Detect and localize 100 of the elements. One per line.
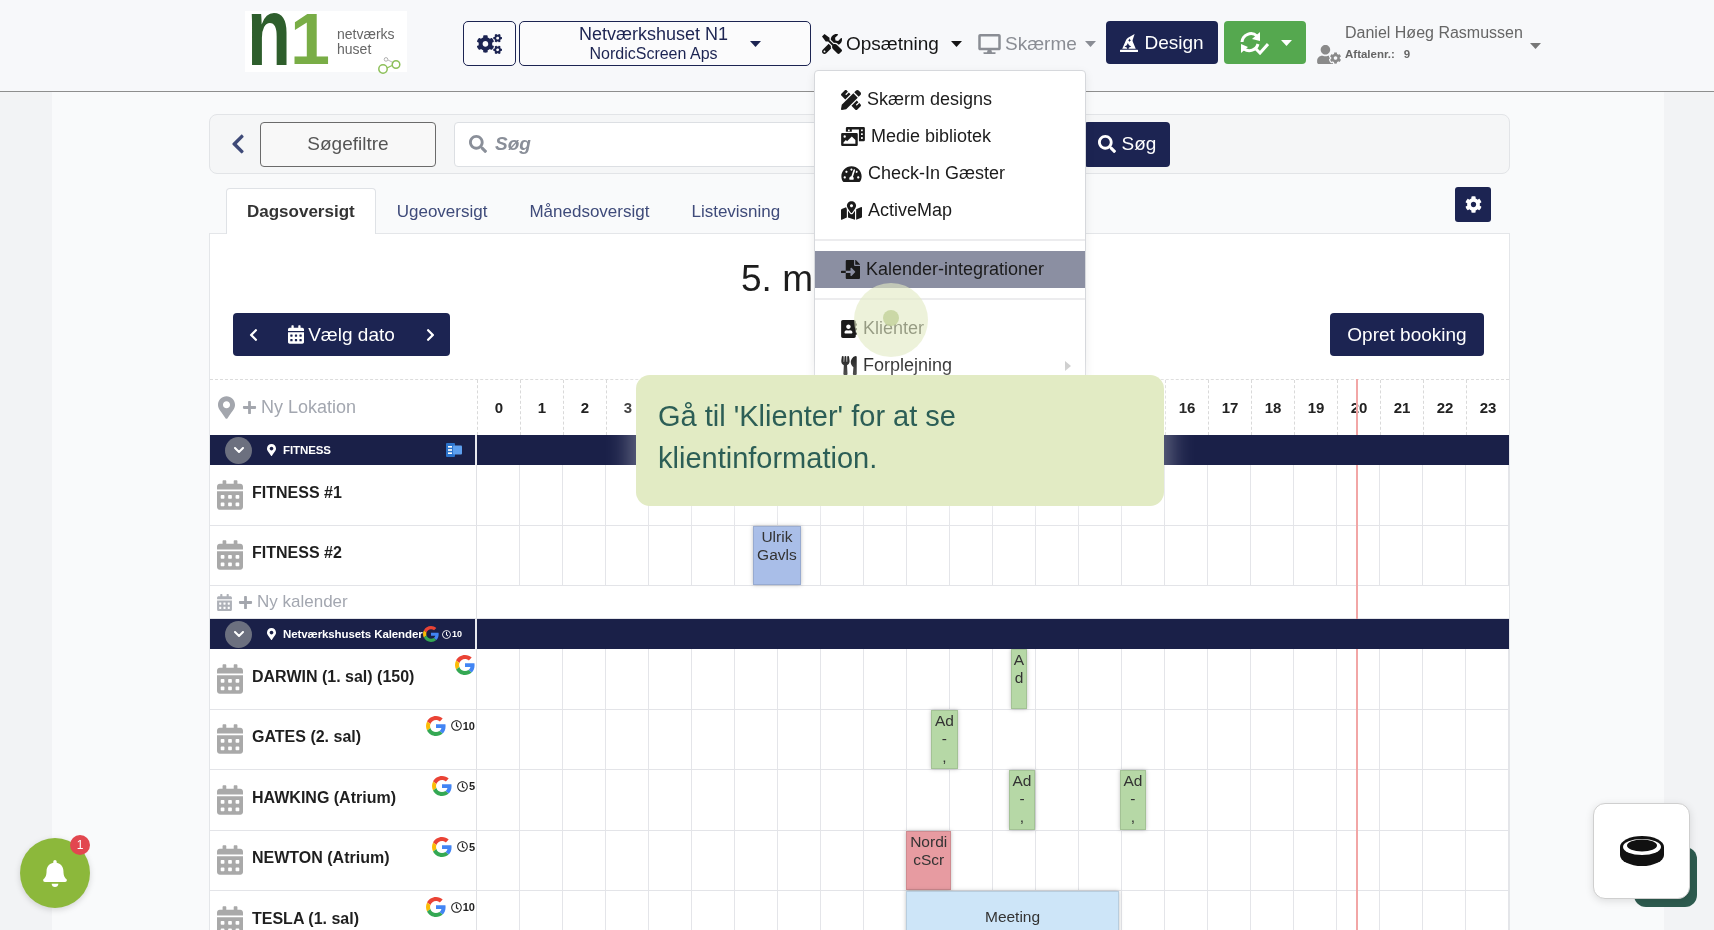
calendar-icon: [217, 724, 243, 755]
settings-button[interactable]: [463, 21, 516, 66]
hour-label: 23: [1479, 399, 1497, 416]
calendar-name[interactable]: FITNESS #2: [252, 544, 342, 563]
calendar-icon: [217, 905, 243, 930]
calendar-name[interactable]: DARWIN (1. sal) (150): [252, 667, 415, 686]
calendar-event[interactable]: Meeting: [906, 891, 1119, 930]
caret-icon: [951, 40, 962, 47]
company-dropdown[interactable]: Netværkshuset N1 NordicScreen Aps: [519, 21, 811, 66]
hour-label: 21: [1393, 399, 1411, 416]
user-menu-caret-icon[interactable]: [1530, 43, 1541, 49]
user-gear-icon: [1317, 44, 1341, 64]
previous-day-button[interactable]: [233, 313, 273, 356]
search-icon: [1097, 135, 1116, 153]
caret-icon: [750, 40, 762, 47]
fork-knife-icon: [841, 356, 857, 375]
calendar-name[interactable]: FITNESS #1: [252, 483, 342, 502]
back-chevron-icon[interactable]: [231, 133, 245, 155]
calendar-event[interactable]: NordicScr: [906, 830, 952, 890]
account-label: Aftalenr.:: [1345, 48, 1395, 60]
reminder-minutes: 10: [452, 629, 462, 639]
plus-icon: [238, 594, 253, 610]
settings-button[interactable]: [1455, 187, 1491, 222]
search-input[interactable]: Søg: [495, 129, 795, 159]
menu-item[interactable]: ActiveMap: [815, 192, 1085, 229]
caret-icon: [1280, 39, 1292, 46]
calendar-icon: [288, 325, 305, 344]
menu-item[interactable]: Skærm designs: [815, 81, 1085, 118]
clock-icon: [450, 720, 462, 731]
map-pin-icon: [267, 444, 276, 456]
calendar-name[interactable]: TESLA (1. sal): [252, 909, 359, 928]
calendar-name[interactable]: HAWKING (Atrium): [252, 788, 396, 807]
sync-check-icon: [1238, 30, 1269, 55]
chevron-down-icon: [233, 631, 244, 637]
view-tab[interactable]: Dagsoversigt: [226, 188, 376, 234]
chevron-down-icon: [233, 447, 244, 453]
gears-icon: [477, 33, 502, 54]
map-pin-icon: [218, 396, 235, 419]
reminder-minutes: 10: [462, 719, 475, 732]
calendar-event[interactable]: Ad: [1011, 649, 1027, 709]
reminder-minutes: 5: [468, 780, 475, 792]
menu-item[interactable]: Medie bibliotek: [815, 118, 1085, 155]
calendar-icon: [217, 663, 243, 694]
calendar-event[interactable]: Ad - ,: [1008, 770, 1036, 830]
hour-label: 17: [1221, 399, 1239, 416]
notification-button[interactable]: [20, 838, 90, 908]
design-button[interactable]: Design: [1106, 21, 1218, 64]
calendar-event[interactable]: Ad - ,: [930, 709, 959, 769]
file-import-icon: [841, 260, 860, 279]
hour-label: 19: [1307, 399, 1325, 416]
calendar-name[interactable]: NEWTON (Atrium): [252, 849, 390, 868]
chevron-left-icon: [248, 327, 258, 342]
map-pin-icon: [267, 628, 276, 640]
menu-item[interactable]: Kalender-integrationer: [815, 251, 1085, 288]
date-title: 5. m: [741, 258, 813, 299]
chevron-right-icon: [425, 327, 435, 342]
view-tab[interactable]: Månedsoversigt: [508, 188, 671, 234]
hint-tooltip: Gå til 'Klienter' for at se klientinformation.: [636, 375, 1164, 506]
location-name: Netværkshusets Kalender: [283, 628, 423, 640]
collapse-button[interactable]: [225, 436, 252, 464]
clock-icon: [456, 841, 468, 852]
wrench-screwdriver-icon: [822, 33, 842, 54]
calendar-icon: [217, 784, 243, 815]
account-number: 9: [1403, 48, 1411, 60]
logo-text: netværks huset: [337, 27, 396, 57]
disc-icon: [1617, 834, 1666, 868]
sync-button[interactable]: [1224, 21, 1306, 64]
settings-icon: [1464, 196, 1482, 213]
calendar-event[interactable]: Ad - ,: [1119, 770, 1147, 830]
hour-label: 3: [623, 399, 633, 416]
hour-label: 0: [494, 399, 504, 416]
hour-label: 1: [537, 399, 547, 416]
date-picker-button[interactable]: Vælg dato: [273, 313, 410, 356]
chat-widget[interactable]: [1593, 803, 1697, 907]
reminder-minutes: 5: [468, 840, 475, 853]
bell-icon: [43, 859, 67, 887]
caret-icon: [1085, 40, 1096, 47]
calendar-event[interactable]: Ulrik Gavls: [753, 525, 801, 585]
collapse-button[interactable]: [225, 620, 252, 648]
click-indicator-icon: [854, 283, 928, 357]
location-name: FITNESS: [283, 444, 331, 456]
hour-label: 22: [1436, 399, 1454, 416]
logo-mark: n1: [247, 11, 330, 69]
next-day-button[interactable]: [410, 313, 450, 356]
contact-book-icon: [841, 319, 857, 338]
photo-video-icon: [841, 127, 865, 146]
plus-icon: [242, 400, 257, 415]
search-button[interactable]: Søg: [1084, 121, 1170, 167]
view-tab[interactable]: Listevisning: [670, 188, 802, 234]
calendar-name[interactable]: GATES (2. sal): [252, 728, 362, 747]
monitor-icon: [978, 33, 1001, 54]
nav-menu-button[interactable]: Opsætning: [822, 21, 962, 66]
linked-circles-icon: [378, 57, 402, 74]
hour-label: 16: [1178, 399, 1196, 416]
view-tab[interactable]: Ugeoversigt: [375, 188, 509, 234]
create-booking-button[interactable]: Opret booking: [1330, 313, 1484, 356]
clock-icon: [450, 901, 462, 913]
filter-button[interactable]: Søgefiltre: [260, 121, 436, 167]
map-marker-icon: [841, 201, 862, 220]
clock-icon: [456, 780, 468, 792]
